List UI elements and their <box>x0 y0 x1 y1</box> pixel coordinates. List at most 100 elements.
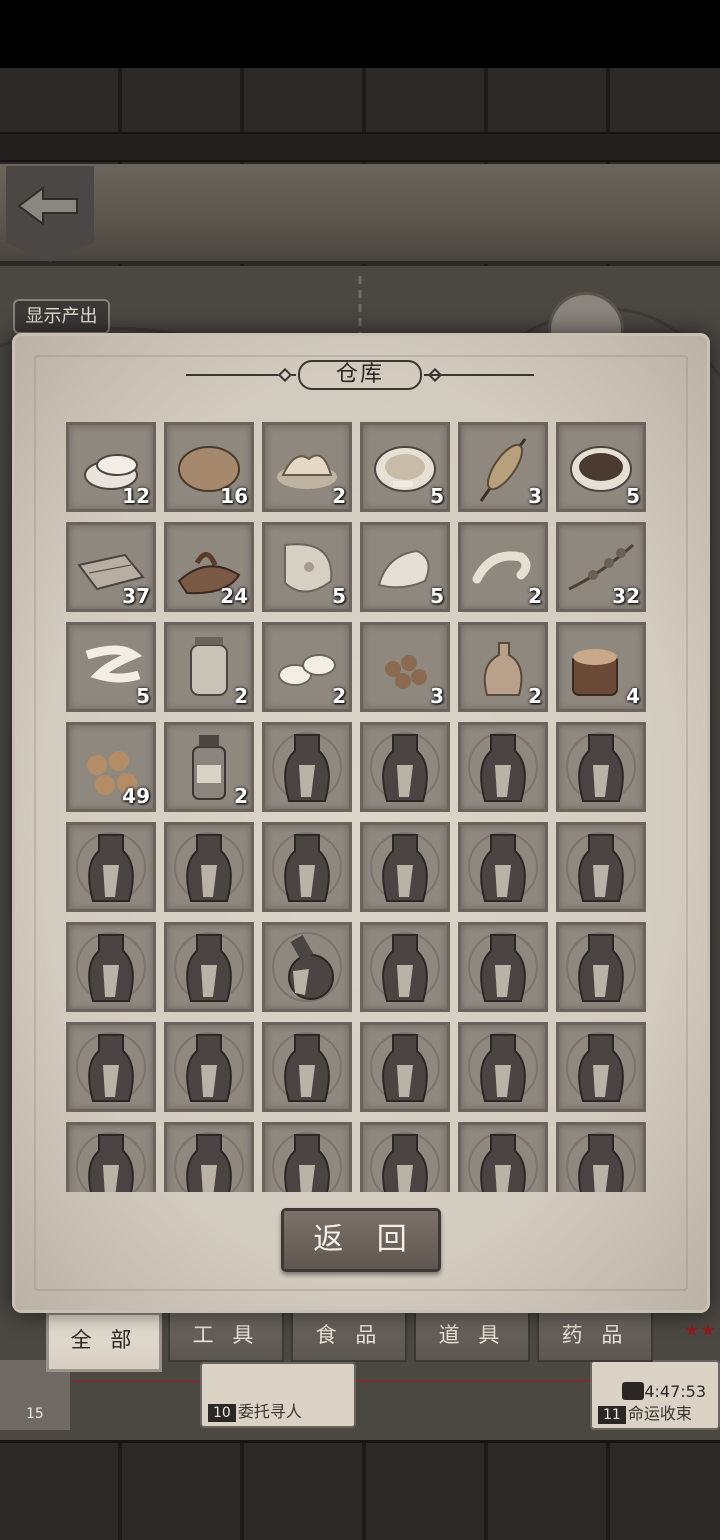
item-count: 37 <box>122 584 150 608</box>
inventory-slot[interactable]: 5 <box>360 522 450 612</box>
inventory-slot[interactable]: 2 <box>164 722 254 812</box>
inventory-slot[interactable] <box>262 1022 352 1112</box>
inventory-slot[interactable] <box>66 822 156 912</box>
inventory-slot[interactable]: 32 <box>556 522 646 612</box>
potion-icon <box>370 832 440 902</box>
quest-card-10[interactable]: 10 委托寻人 <box>200 1362 356 1428</box>
inventory-slot[interactable] <box>66 1022 156 1112</box>
inventory-slot[interactable] <box>458 1022 548 1112</box>
inventory-slot[interactable] <box>262 722 352 812</box>
quest-card-10-label: 10 委托寻人 <box>208 1398 302 1422</box>
inventory-slot[interactable] <box>262 822 352 912</box>
potion-icon <box>468 1032 538 1102</box>
inventory-slot[interactable] <box>556 922 646 1012</box>
quest-card-11[interactable]: 4:47:53 11 命运收束 <box>590 1360 720 1430</box>
item-count: 49 <box>122 784 150 808</box>
item-count: 5 <box>136 684 150 708</box>
potion-icon <box>468 932 538 1002</box>
inventory-slot[interactable] <box>66 1122 156 1192</box>
inventory-slot[interactable]: 4 <box>556 622 646 712</box>
inventory-slot[interactable]: 37 <box>66 522 156 612</box>
inventory-slot[interactable] <box>164 922 254 1012</box>
inventory-slot[interactable]: 3 <box>360 622 450 712</box>
inventory-slot[interactable] <box>458 722 548 812</box>
item-count: 5 <box>430 484 444 508</box>
inventory-slot[interactable] <box>556 1022 646 1112</box>
item-count: 5 <box>332 584 346 608</box>
inventory-slot[interactable] <box>556 822 646 912</box>
tab-items[interactable]: 道 具 <box>414 1310 530 1362</box>
item-count: 2 <box>528 584 542 608</box>
item-count: 5 <box>626 484 640 508</box>
inventory-slot[interactable] <box>360 722 450 812</box>
potion-icon <box>566 932 636 1002</box>
inventory-slot[interactable] <box>556 722 646 812</box>
inventory-slot[interactable]: 2 <box>262 422 352 512</box>
potion-icon <box>370 732 440 802</box>
potion-icon <box>370 1032 440 1102</box>
return-button[interactable]: 返 回 <box>281 1208 441 1272</box>
panel-title-ornament: 仓库 <box>186 360 534 390</box>
potion-icon <box>566 1032 636 1102</box>
inventory-slot[interactable] <box>164 822 254 912</box>
potion-icon <box>566 732 636 802</box>
inventory-slot[interactable] <box>262 1122 352 1192</box>
tab-tools[interactable]: 工 具 <box>168 1310 284 1362</box>
quest-card-11-label: 11 命运收束 <box>598 1400 692 1424</box>
potion-icon <box>566 832 636 902</box>
inventory-slot[interactable]: 2 <box>458 522 548 612</box>
potion-icon <box>468 732 538 802</box>
item-count: 2 <box>528 684 542 708</box>
star-rating: ★★ <box>683 1320 716 1341</box>
inventory-slot[interactable]: 2 <box>164 622 254 712</box>
inventory-slot[interactable] <box>360 822 450 912</box>
show-output-button[interactable]: 显示产出 <box>13 299 110 334</box>
inventory-slot[interactable] <box>458 922 548 1012</box>
wood-band <box>0 132 720 162</box>
inventory-slot[interactable]: 49 <box>66 722 156 812</box>
item-count: 2 <box>234 684 248 708</box>
inventory-slot[interactable] <box>360 1122 450 1192</box>
inventory-slot[interactable]: 12 <box>66 422 156 512</box>
inventory-slot[interactable] <box>556 1122 646 1192</box>
inventory-scroll[interactable]: 12 16 2 5 3 5 37 24 5 5 2 32 5 2 2 3 2 4 49 2 <box>66 422 646 1192</box>
inventory-slot[interactable]: 2 <box>458 622 548 712</box>
header-plank <box>0 164 720 264</box>
inventory-slot[interactable] <box>458 822 548 912</box>
back-button[interactable] <box>6 166 94 262</box>
inventory-slot[interactable]: 5 <box>262 522 352 612</box>
inventory-slot[interactable] <box>66 922 156 1012</box>
inventory-slot[interactable]: 5 <box>556 422 646 512</box>
inventory-slot[interactable] <box>164 1022 254 1112</box>
gem-icon <box>622 1382 644 1400</box>
inventory-slot[interactable]: 5 <box>66 622 156 712</box>
inventory-slot[interactable]: 5 <box>360 422 450 512</box>
potion-icon <box>272 832 342 902</box>
inventory-slot[interactable]: 3 <box>458 422 548 512</box>
inventory-slot[interactable] <box>360 1022 450 1112</box>
inventory-slot[interactable] <box>262 922 352 1012</box>
potion-icon <box>468 1132 538 1192</box>
item-count: 2 <box>332 484 346 508</box>
potion-icon <box>566 1132 636 1192</box>
inventory-slot[interactable]: 24 <box>164 522 254 612</box>
inventory-slot[interactable] <box>360 922 450 1012</box>
item-count: 3 <box>528 484 542 508</box>
potion-icon <box>370 1132 440 1192</box>
timer-text: 4:47:53 <box>644 1382 706 1401</box>
potion-icon <box>76 832 146 902</box>
panel-title: 仓库 <box>298 360 422 390</box>
inventory-slot[interactable] <box>458 1122 548 1192</box>
quest-number: 10 <box>208 1404 236 1422</box>
inventory-slot[interactable]: 2 <box>262 622 352 712</box>
item-count: 3 <box>430 684 444 708</box>
inventory-slot[interactable] <box>164 1122 254 1192</box>
tab-all[interactable]: 全 部 <box>46 1312 162 1372</box>
potion-icon <box>272 1032 342 1102</box>
tab-food[interactable]: 食 品 <box>291 1310 407 1362</box>
tab-medicine[interactable]: 药 品 <box>537 1310 653 1362</box>
title-line-right <box>424 374 534 376</box>
item-count: 2 <box>332 684 346 708</box>
potion-icon <box>76 1132 146 1192</box>
inventory-slot[interactable]: 16 <box>164 422 254 512</box>
